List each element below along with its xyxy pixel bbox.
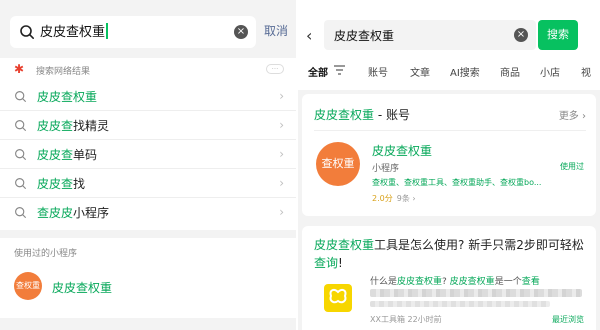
tab-products[interactable]: 商品 bbox=[500, 64, 520, 79]
rating[interactable]: 2.0分 9条 › bbox=[372, 193, 416, 204]
section-heading: 使用过的小程序 bbox=[14, 249, 78, 259]
tab-articles[interactable]: 文章 bbox=[410, 64, 430, 79]
divider bbox=[314, 130, 586, 131]
left-search-input[interactable]: 皮皮查权重 × bbox=[10, 16, 256, 48]
service-tags: 查权重、查权重工具、查权重助手、查权重bo... bbox=[372, 178, 542, 187]
rating-score: 2.0分 bbox=[372, 194, 393, 203]
search-icon bbox=[20, 25, 34, 39]
mini-program-name[interactable]: 皮皮查权重 bbox=[52, 279, 112, 296]
suggestion-row[interactable]: 查皮皮小程序 › bbox=[0, 198, 296, 227]
tab-ai-search[interactable]: AI搜索 bbox=[450, 64, 480, 79]
mini-program-logo[interactable]: 查权重 bbox=[316, 142, 360, 186]
used-mini-programs-section: 使用过的小程序 查权重 皮皮查权重 bbox=[0, 238, 296, 318]
filter-icon[interactable] bbox=[334, 65, 345, 75]
search-icon bbox=[15, 91, 26, 102]
text-caret bbox=[106, 23, 109, 39]
suggestion-row[interactable]: 皮皮查找 › bbox=[0, 169, 296, 198]
mini-program-name[interactable]: 皮皮查权重 bbox=[372, 142, 432, 159]
suggestion-text: 查皮皮小程序 bbox=[37, 206, 110, 220]
chevron-right-icon: › bbox=[279, 176, 284, 190]
tab-accounts[interactable]: 账号 bbox=[368, 64, 388, 79]
used-badge: 使用过 bbox=[560, 162, 584, 171]
suggestion-row[interactable]: 皮皮查找精灵 › bbox=[0, 111, 296, 140]
suggestion-text: 皮皮查找 bbox=[37, 177, 86, 191]
back-icon[interactable]: ‹ bbox=[306, 26, 312, 45]
search-icon bbox=[15, 178, 26, 189]
suggestion-row[interactable]: 皮皮查权重 › bbox=[0, 82, 296, 111]
search-button[interactable]: 搜索 bbox=[538, 20, 578, 50]
butterfly-icon bbox=[329, 288, 347, 304]
mini-program-type: 小程序 bbox=[372, 164, 400, 174]
blurred-text bbox=[370, 301, 550, 307]
account-result-card[interactable]: 皮皮查权重 - 账号 更多 › 查权重 皮皮查权重 小程序 使用过 查权重、查权… bbox=[302, 94, 596, 216]
search-icon bbox=[15, 207, 26, 218]
search-icon bbox=[15, 149, 26, 160]
rating-count: 9条 › bbox=[396, 194, 416, 203]
results-header: ‹ 皮皮查权重 × 搜索 全部 账号 文章 AI搜索 商品 小店 视 bbox=[298, 0, 600, 90]
more-link[interactable]: 更多 › bbox=[559, 107, 586, 122]
article-thumbnail bbox=[324, 284, 352, 312]
web-search-label: 搜索网络结果 bbox=[36, 67, 91, 77]
clear-icon[interactable]: × bbox=[514, 28, 528, 42]
right-panel: ‹ 皮皮查权重 × 搜索 全部 账号 文章 AI搜索 商品 小店 视 皮皮查权重… bbox=[298, 0, 600, 330]
article-result-card[interactable]: 皮皮查权重工具是怎么使用? 新手只需2步即可轻松查询! 什么是皮皮查权重? 皮皮… bbox=[302, 226, 596, 330]
suggestion-list: ✱ 搜索网络结果 ··· 皮皮查权重 › 皮皮查找精灵 › 皮皮查单码 › 皮皮… bbox=[0, 58, 296, 230]
suggestion-row[interactable]: 皮皮查单码 › bbox=[0, 140, 296, 169]
tab-all[interactable]: 全部 bbox=[308, 64, 328, 79]
left-search-query[interactable]: 皮皮查权重 bbox=[40, 23, 109, 42]
article-title[interactable]: 皮皮查权重工具是怎么使用? 新手只需2步即可轻松查询! bbox=[314, 236, 584, 272]
article-source: XX工具箱 22小时前 bbox=[370, 315, 442, 324]
chevron-right-icon: › bbox=[279, 205, 284, 219]
suggestion-text: 皮皮查单码 bbox=[37, 148, 98, 162]
left-panel: 皮皮查权重 × 取消 ✱ 搜索网络结果 ··· 皮皮查权重 › 皮皮查找精灵 ›… bbox=[0, 0, 296, 330]
tab-shops[interactable]: 小店 bbox=[540, 64, 560, 79]
blurred-text bbox=[370, 289, 582, 297]
result-tabs: 全部 账号 文章 AI搜索 商品 小店 视 bbox=[298, 60, 600, 82]
article-snippet: 什么是皮皮查权重? 皮皮查权重是一个查看 bbox=[370, 277, 540, 287]
right-search-query[interactable]: 皮皮查权重 bbox=[334, 27, 394, 44]
search-icon bbox=[15, 120, 26, 131]
left-search-bar: 皮皮查权重 × 取消 bbox=[0, 0, 296, 56]
suggestion-text: 皮皮查权重 bbox=[37, 90, 98, 104]
chevron-right-icon: › bbox=[279, 147, 284, 161]
suggestion-text: 皮皮查找精灵 bbox=[37, 119, 110, 133]
mini-program-logo[interactable]: 查权重 bbox=[14, 272, 42, 300]
chevron-right-icon: › bbox=[279, 118, 284, 132]
more-icon[interactable]: ··· bbox=[266, 64, 284, 74]
chevron-right-icon: › bbox=[279, 89, 284, 103]
clear-icon[interactable]: × bbox=[234, 25, 248, 39]
web-search-icon: ✱ bbox=[14, 62, 25, 76]
cancel-button[interactable]: 取消 bbox=[264, 22, 288, 39]
tab-video[interactable]: 视 bbox=[581, 64, 591, 79]
card-title: 皮皮查权重 - 账号 bbox=[314, 108, 410, 122]
web-search-row[interactable]: ✱ 搜索网络结果 ··· bbox=[0, 58, 296, 82]
recently-viewed-badge: 最近浏览 bbox=[552, 315, 584, 324]
right-search-input[interactable]: 皮皮查权重 × bbox=[324, 20, 536, 50]
